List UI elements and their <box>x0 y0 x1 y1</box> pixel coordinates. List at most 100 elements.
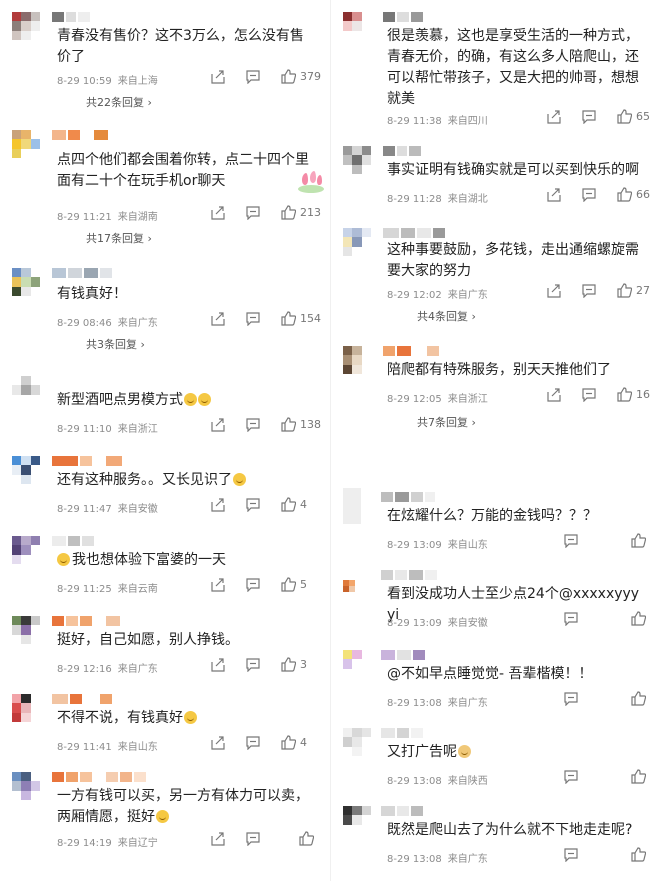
comment-button[interactable] <box>246 70 260 84</box>
like-button[interactable]: 154 <box>281 311 321 326</box>
share-button[interactable] <box>211 578 225 592</box>
avatar[interactable] <box>343 806 371 834</box>
comment-button[interactable] <box>564 770 578 784</box>
share-button[interactable] <box>211 736 225 750</box>
view-replies-link[interactable]: 共17条回复 › <box>86 230 152 246</box>
username-blurred[interactable] <box>381 728 423 738</box>
comment-button[interactable] <box>246 206 260 220</box>
avatar[interactable] <box>343 146 371 174</box>
like-button[interactable] <box>631 611 646 626</box>
like-button[interactable] <box>631 691 646 706</box>
comment-button[interactable] <box>582 284 596 298</box>
avatar[interactable] <box>343 650 371 678</box>
comment-meta: 8-29 12:16 来自广东 <box>57 660 158 675</box>
avatar[interactable] <box>343 228 371 256</box>
like-count: 213 <box>300 206 321 219</box>
like-button[interactable]: 4 <box>281 735 307 750</box>
share-button[interactable] <box>211 70 225 84</box>
comment-time: 8-29 11:21 <box>57 212 112 223</box>
smirk-emoji-icon <box>458 745 471 758</box>
comment-button[interactable] <box>564 692 578 706</box>
comment-button[interactable] <box>246 658 260 672</box>
username-blurred[interactable] <box>383 12 423 22</box>
share-button[interactable] <box>547 110 561 124</box>
like-button[interactable]: 4 <box>281 497 307 512</box>
like-button[interactable]: 3 <box>281 657 307 672</box>
avatar[interactable] <box>12 456 40 484</box>
share-button[interactable] <box>547 284 561 298</box>
comment-button[interactable] <box>564 612 578 626</box>
avatar[interactable] <box>12 694 40 722</box>
avatar[interactable] <box>12 536 40 564</box>
comment-button[interactable] <box>246 418 260 432</box>
like-button[interactable]: 138 <box>281 417 321 432</box>
comment-button[interactable] <box>582 110 596 124</box>
comment-button[interactable] <box>564 534 578 548</box>
username-blurred[interactable] <box>381 650 425 660</box>
avatar[interactable] <box>343 12 371 40</box>
like-button[interactable]: 27 <box>617 283 650 298</box>
username-blurred[interactable] <box>52 268 112 278</box>
like-button[interactable] <box>631 847 646 862</box>
comment-button[interactable] <box>246 312 260 326</box>
view-replies-link[interactable]: 共3条回复 › <box>86 336 145 352</box>
comment-button[interactable] <box>246 578 260 592</box>
like-button[interactable]: 5 <box>281 577 307 592</box>
share-button[interactable] <box>547 188 561 202</box>
username-blurred[interactable] <box>52 536 94 546</box>
like-button[interactable]: 16 <box>617 387 650 402</box>
avatar[interactable] <box>343 728 371 756</box>
username-blurred[interactable] <box>52 12 90 22</box>
comment-item: 新型酒吧点男模方式 8-29 11:10 来自浙江 138 <box>0 370 330 440</box>
username-blurred[interactable] <box>381 570 437 580</box>
username-blurred[interactable] <box>383 346 439 356</box>
comment-button[interactable] <box>564 848 578 862</box>
view-replies-link[interactable]: 共7条回复 › <box>417 414 476 430</box>
like-button[interactable]: 66 <box>617 187 650 202</box>
like-count: 138 <box>300 418 321 431</box>
comment-button[interactable] <box>582 388 596 402</box>
like-button[interactable] <box>631 533 646 548</box>
comment-button[interactable] <box>582 188 596 202</box>
share-button[interactable] <box>211 498 225 512</box>
avatar[interactable] <box>343 580 361 598</box>
chevron-right-icon: › <box>147 96 152 109</box>
like-button[interactable] <box>631 769 646 784</box>
comment-text: 点四个他们都会围着你转，点二十四个里面有二十个在玩手机or聊天 <box>57 152 309 189</box>
share-button[interactable] <box>211 832 225 846</box>
avatar[interactable] <box>343 346 371 374</box>
avatar[interactable] <box>12 616 40 644</box>
avatar[interactable] <box>12 130 40 158</box>
username-blurred[interactable] <box>52 130 108 140</box>
comment-button[interactable] <box>246 832 260 846</box>
view-replies-link[interactable]: 共4条回复 › <box>417 308 476 324</box>
avatar[interactable] <box>12 268 40 296</box>
username-blurred[interactable] <box>381 806 423 816</box>
avatar[interactable] <box>12 772 40 800</box>
username-blurred[interactable] <box>383 228 445 238</box>
replies-label: 共22条回复 <box>86 96 144 109</box>
username-blurred[interactable] <box>52 616 120 626</box>
username-blurred[interactable] <box>52 456 122 466</box>
tulip-sticker-icon <box>298 171 324 193</box>
comment-button[interactable] <box>246 736 260 750</box>
username-blurred[interactable] <box>383 146 421 156</box>
like-button[interactable]: 65 <box>617 109 650 124</box>
avatar[interactable] <box>12 376 40 404</box>
share-button[interactable] <box>211 418 225 432</box>
share-button[interactable] <box>211 206 225 220</box>
comment-button[interactable] <box>246 498 260 512</box>
share-button[interactable] <box>211 312 225 326</box>
like-button[interactable]: 213 <box>281 205 321 220</box>
avatar[interactable] <box>12 12 40 40</box>
thumbs-up-icon <box>281 417 296 432</box>
username-blurred[interactable] <box>52 772 146 782</box>
share-button[interactable] <box>547 388 561 402</box>
share-button[interactable] <box>211 658 225 672</box>
username-blurred[interactable] <box>381 492 435 502</box>
view-replies-link[interactable]: 共22条回复 › <box>86 94 152 110</box>
like-button[interactable] <box>299 831 314 846</box>
share-icon <box>211 312 225 326</box>
username-blurred[interactable] <box>52 694 112 704</box>
like-button[interactable]: 379 <box>281 69 321 84</box>
